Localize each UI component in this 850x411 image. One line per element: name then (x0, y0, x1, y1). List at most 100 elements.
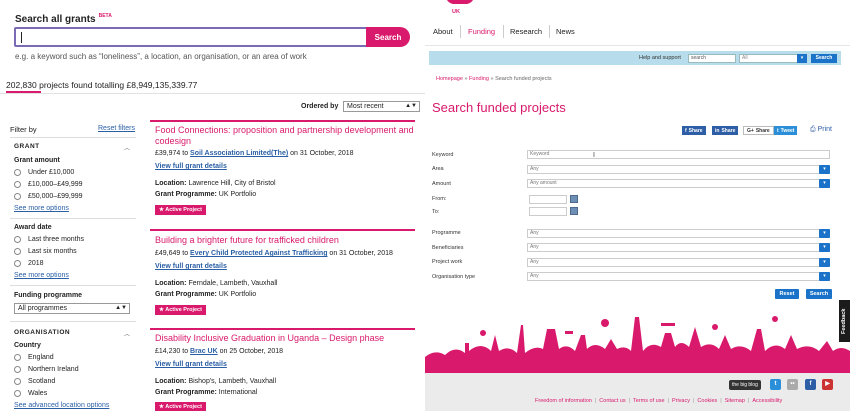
see-advanced-location-link[interactable]: See advanced location options (14, 402, 109, 409)
footer-link[interactable]: Cookies (697, 398, 717, 404)
footer-link[interactable]: Terms of use (633, 398, 664, 404)
from-date-input[interactable] (529, 195, 567, 204)
grant-search-button[interactable]: Search (366, 27, 410, 47)
chevron-down-icon[interactable]: ▾ (819, 229, 830, 238)
chevron-up-icon[interactable]: ︿ (124, 329, 130, 338)
to-date-input[interactable] (529, 207, 567, 216)
updown-arrow-icon: ▲▼ (405, 103, 417, 109)
organisation-link[interactable]: Soil Association Limited(The) (190, 150, 288, 157)
feedback-tab[interactable]: Feedback (839, 300, 850, 342)
twitter-share-button[interactable]: t Tweet (774, 126, 798, 135)
nav-news[interactable]: News (556, 27, 575, 36)
amount-option[interactable]: Under £10,000 (14, 169, 74, 176)
programme-label: Programme (432, 230, 461, 236)
radio-icon (14, 366, 21, 373)
grant-search-input[interactable] (14, 27, 368, 47)
help-support-label: Help and support (639, 55, 681, 61)
chevron-up-icon[interactable]: ︿ (124, 143, 130, 152)
footer-link[interactable]: Sitemap (725, 398, 745, 404)
printer-icon: ⎙ (810, 126, 816, 133)
chevron-down-icon[interactable]: ▾ (819, 272, 830, 281)
flickr-icon[interactable]: •• (787, 379, 798, 390)
googleplus-share-button[interactable]: G+ Share (743, 126, 774, 135)
radio-icon (14, 193, 21, 200)
date-option[interactable]: 2018 (14, 260, 44, 267)
youtube-icon[interactable]: ▶ (822, 379, 833, 390)
date-option[interactable]: Last three months (14, 236, 84, 243)
breadcrumb: Homepage » Funding » Search funded proje… (436, 76, 552, 82)
nav-separator (549, 25, 550, 38)
calendar-icon[interactable] (570, 207, 578, 215)
reset-filters-link[interactable]: Reset filters (98, 125, 135, 132)
result-title-link[interactable]: Food Connections: proposition and partne… (155, 125, 420, 147)
view-grant-details-link[interactable]: View full grant details (155, 163, 227, 170)
breadcrumb-funding[interactable]: Funding (469, 76, 489, 82)
order-select[interactable]: Most recent ▲▼ (343, 101, 420, 112)
linkedin-share-button[interactable]: in Share (712, 126, 739, 135)
result-divider (150, 328, 415, 330)
chevron-down-icon[interactable]: ▾ (819, 179, 830, 188)
area-select[interactable]: Any (527, 165, 830, 174)
view-grant-details-link[interactable]: View full grant details (155, 361, 227, 368)
nav-about[interactable]: About (433, 27, 453, 36)
text-cursor-icon: I (593, 152, 595, 159)
amount-select[interactable]: Any amount (527, 179, 830, 188)
beneficiaries-label: Beneficiaries (432, 245, 464, 251)
project-work-select[interactable]: Any (527, 258, 830, 267)
reset-button[interactable]: Reset (775, 289, 799, 299)
see-more-date-link[interactable]: See more options (14, 272, 69, 279)
ordered-by-label: Ordered by (301, 103, 339, 110)
result-title-link[interactable]: Disability Inclusive Graduation in Ugand… (155, 333, 420, 344)
breadcrumb-home[interactable]: Homepage (436, 76, 463, 82)
chevron-down-icon[interactable]: ▾ (819, 165, 830, 174)
radio-icon (14, 390, 21, 397)
funding-programme-label: Funding programme (14, 292, 83, 299)
view-grant-details-link[interactable]: View full grant details (155, 263, 227, 270)
calendar-icon[interactable] (570, 195, 578, 203)
chevron-down-icon[interactable]: ▾ (819, 243, 830, 252)
results-count: 202,830 projects found totalling £8,949,… (6, 80, 198, 90)
nav-research[interactable]: Research (510, 27, 542, 36)
help-search-button[interactable]: Search (811, 54, 837, 63)
divider (0, 93, 425, 94)
organisation-type-select[interactable]: Any (527, 272, 830, 281)
footer-link[interactable]: Accessibility (752, 398, 782, 404)
divider (10, 285, 136, 286)
country-option[interactable]: Scotland (14, 378, 55, 385)
footer-link[interactable]: Freedom of information (535, 398, 592, 404)
footer-link[interactable]: Contact us (599, 398, 625, 404)
result-title-link[interactable]: Building a brighter future for trafficke… (155, 235, 420, 246)
organisation-link[interactable]: Brac UK (190, 348, 218, 355)
result-location: Location: Lawrence Hill, City of Bristol (155, 180, 276, 187)
amount-option[interactable]: £10,000–£49,999 (14, 181, 83, 188)
country-option[interactable]: Wales (14, 390, 47, 397)
organisation-link[interactable]: Every Child Protected Against Traffickin… (190, 250, 327, 257)
chevron-down-icon[interactable]: ▾ (819, 258, 830, 267)
keyword-input[interactable]: Keyword (527, 150, 830, 159)
big-blog-badge[interactable]: the big blog (729, 380, 761, 390)
divider (425, 45, 850, 46)
logo[interactable] (446, 0, 474, 4)
result-divider (150, 229, 415, 231)
result-meta: £39,974 to Soil Association Limited(The)… (155, 150, 354, 157)
country-option[interactable]: England (14, 354, 54, 361)
twitter-icon: t (777, 127, 779, 134)
print-button[interactable]: ⎙ Print (810, 126, 832, 134)
facebook-share-button[interactable]: f Share (682, 126, 706, 135)
help-search-input[interactable]: search (688, 54, 736, 63)
country-label: Country (14, 342, 41, 349)
help-scope-select[interactable]: All ▾ (739, 54, 807, 63)
skyline-illustration (425, 316, 850, 373)
nav-funding[interactable]: Funding (468, 27, 495, 36)
facebook-icon[interactable]: f (805, 379, 816, 390)
see-more-amount-link[interactable]: See more options (14, 205, 69, 212)
twitter-icon[interactable]: t (770, 379, 781, 390)
programme-select[interactable]: All programmes ▲▼ (14, 303, 130, 314)
footer-link[interactable]: Privacy (672, 398, 690, 404)
amount-option[interactable]: £50,000–£99,999 (14, 193, 83, 200)
programme-select[interactable]: Any (527, 229, 830, 238)
country-option[interactable]: Northern Ireland (14, 366, 79, 373)
date-option[interactable]: Last six months (14, 248, 77, 255)
beneficiaries-select[interactable]: Any (527, 243, 830, 252)
search-button[interactable]: Search (806, 289, 832, 299)
